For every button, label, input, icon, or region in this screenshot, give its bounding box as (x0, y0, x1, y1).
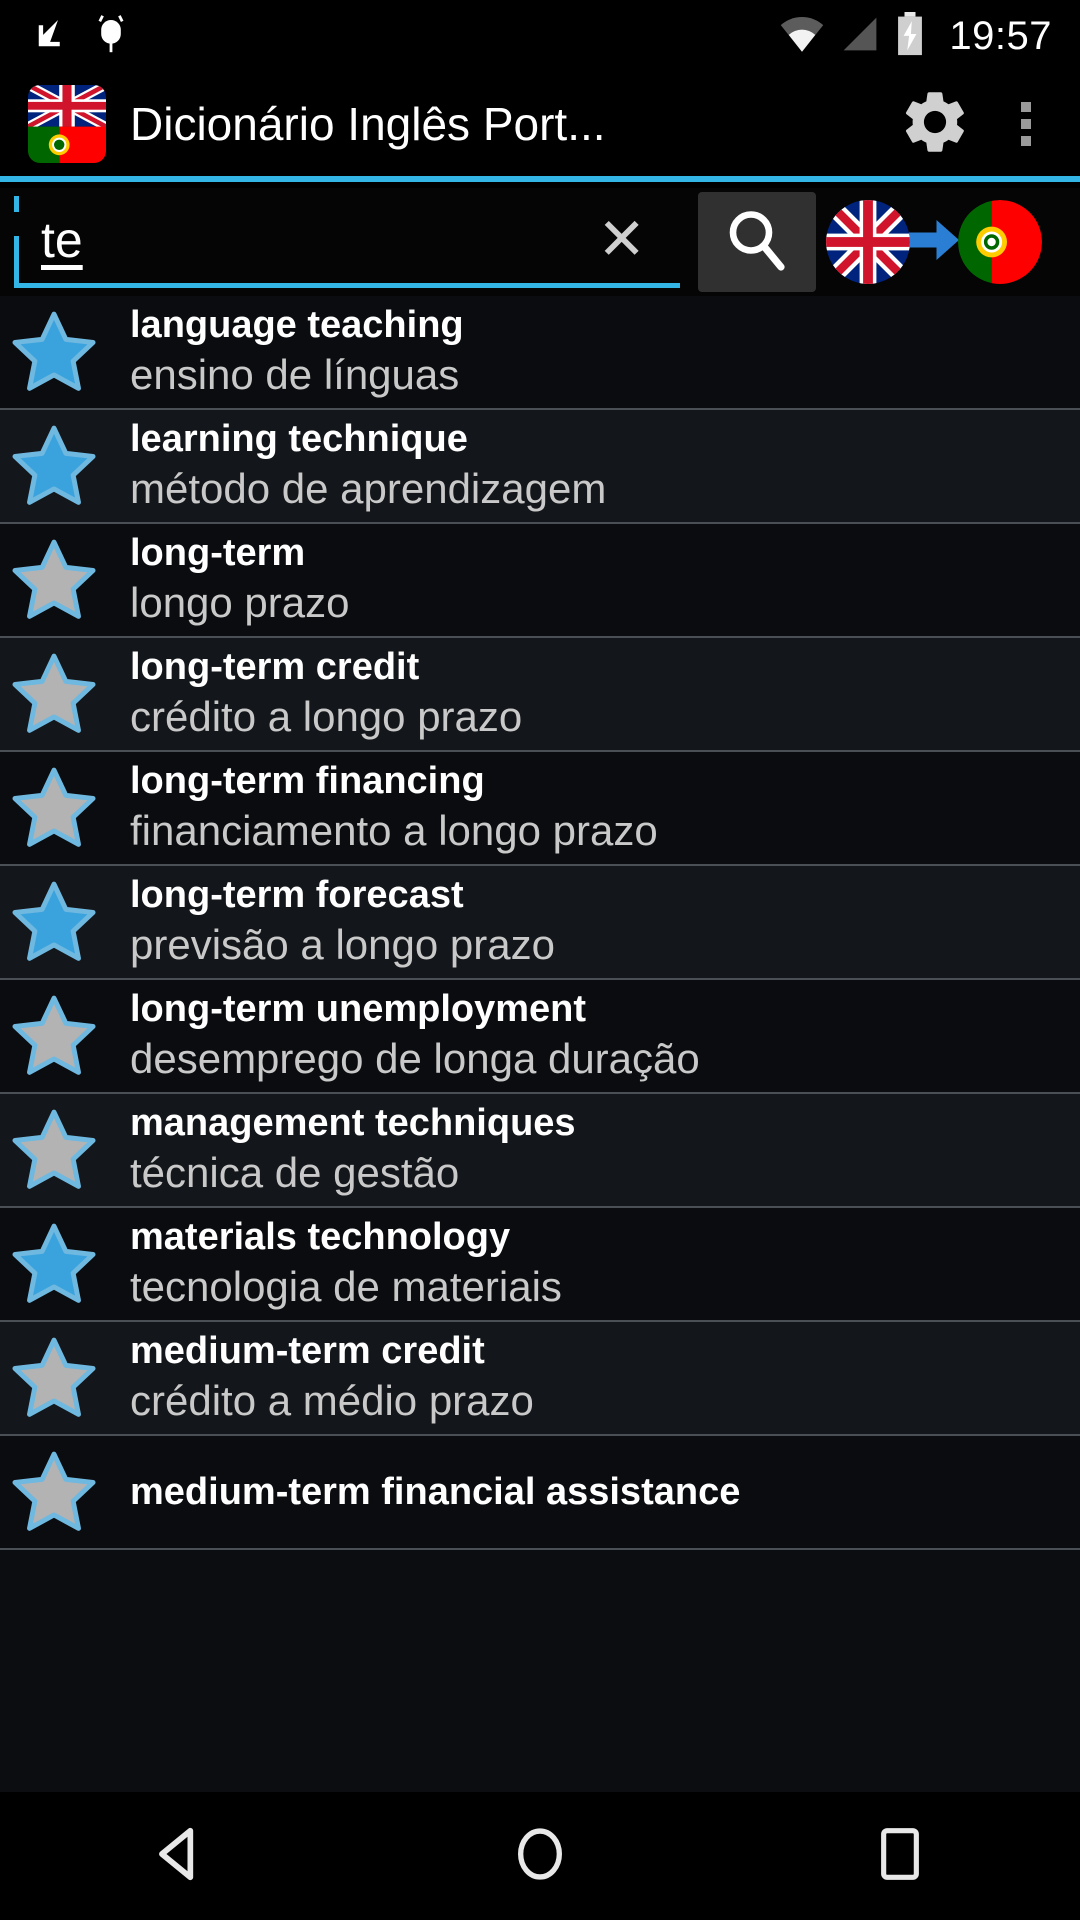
star-icon-inactive[interactable] (0, 1448, 108, 1536)
list-item-texts: materials technology tecnologia de materi… (108, 1214, 562, 1314)
entry-term: long-term forecast (130, 873, 464, 916)
entry-translation: financiamento a longo prazo (130, 807, 658, 855)
entry-term: learning technique (130, 417, 468, 460)
back-triangle-icon (149, 1823, 211, 1890)
system-navigation-bar (0, 1792, 1080, 1920)
entry-translation: previsão a longo prazo (130, 921, 555, 969)
entry-term: long-term unemployment (130, 987, 587, 1030)
back-button[interactable] (90, 1792, 270, 1920)
battery-charging-icon (895, 11, 925, 61)
home-button[interactable] (450, 1792, 630, 1920)
arrow-right-icon (904, 210, 964, 275)
list-item[interactable]: long-term forecast previsão a longo prazo (0, 866, 1080, 980)
page-title: Dicionário Inglês Port... (130, 98, 606, 150)
star-icon-inactive[interactable] (0, 764, 108, 852)
entry-translation: ensino de línguas (130, 351, 460, 399)
star-icon-inactive[interactable] (0, 536, 108, 624)
search-bar: te ✕ (0, 188, 1080, 296)
portugal-flag-icon (958, 200, 1042, 284)
star-icon-active[interactable] (0, 422, 108, 510)
entry-term: long-term credit (130, 645, 420, 688)
entry-translation: crédito a longo prazo (130, 693, 523, 741)
app-screen: 19:57 Dicionário Inglês Port... te ✕ lan… (0, 0, 1080, 1920)
list-item-texts: long-term financing financiamento a longo… (108, 758, 658, 858)
list-item[interactable]: long-term credit crédito a longo prazo (0, 638, 1080, 752)
entry-term: language teaching (130, 303, 464, 346)
entry-translation: crédito a médio prazo (130, 1377, 534, 1425)
overflow-menu-button[interactable] (990, 102, 1080, 146)
search-input-value: te (41, 211, 83, 268)
list-item[interactable]: language teaching ensino de línguas (0, 296, 1080, 410)
uk-flag-icon (826, 200, 910, 284)
star-icon-active[interactable] (0, 308, 108, 396)
entry-translation: tecnologia de materiais (130, 1263, 562, 1311)
star-icon-active[interactable] (0, 1220, 108, 1308)
search-button[interactable] (698, 192, 816, 292)
entry-translation: desemprego de longa duração (130, 1035, 700, 1083)
list-item-texts: medium-term credit crédito a médio prazo (108, 1328, 534, 1428)
overflow-menu-icon (1021, 102, 1031, 112)
search-input[interactable]: te ✕ (14, 196, 680, 288)
list-item[interactable]: medium-term credit crédito a médio prazo (0, 1322, 1080, 1436)
star-icon-inactive[interactable] (0, 1106, 108, 1194)
list-item[interactable]: materials technology tecnologia de materi… (0, 1208, 1080, 1322)
language-direction-toggle[interactable] (826, 200, 1042, 284)
home-circle-icon (511, 1825, 569, 1888)
recents-square-icon (875, 1826, 925, 1887)
action-bar: Dicionário Inglês Port... (0, 72, 1080, 182)
magnifier-icon (721, 204, 793, 281)
list-item-texts: language teaching ensino de línguas (108, 302, 464, 402)
entry-term: long-term financing (130, 759, 485, 802)
list-item-texts: long-term unemployment desemprego de long… (108, 986, 700, 1086)
entry-term: materials technology (130, 1215, 511, 1258)
results-list[interactable]: language teaching ensino de línguas learni… (0, 296, 1080, 1792)
uk-portugal-flag-icon (28, 85, 106, 163)
list-item[interactable]: management techniques técnica de gestão (0, 1094, 1080, 1208)
recents-button[interactable] (810, 1792, 990, 1920)
star-icon-inactive[interactable] (0, 992, 108, 1080)
clear-search-button[interactable]: ✕ (597, 210, 646, 269)
status-bar: 19:57 (0, 0, 1080, 72)
usb-debug-icon (94, 13, 128, 60)
entry-term: medium-term financial assistance (130, 1470, 741, 1513)
list-item-texts: learning technique método de aprendizagem (108, 416, 606, 516)
wifi-icon (779, 14, 825, 59)
list-item-texts: long-term credit crédito a longo prazo (108, 644, 522, 744)
list-item-texts: management techniques técnica de gestão (108, 1100, 576, 1200)
entry-translation: longo prazo (130, 579, 350, 627)
settings-button[interactable] (880, 85, 990, 164)
status-bar-right-icons: 19:57 (779, 11, 1080, 61)
star-icon-active[interactable] (0, 878, 108, 966)
entry-term: medium-term credit (130, 1329, 485, 1372)
list-item[interactable]: long-term longo prazo (0, 524, 1080, 638)
gear-icon (898, 85, 972, 164)
list-item[interactable]: long-term financing financiamento a longo… (0, 752, 1080, 866)
entry-translation: método de aprendizagem (130, 465, 607, 513)
cell-signal-icon (839, 14, 881, 59)
list-item-texts: long-term forecast previsão a longo prazo (108, 872, 555, 972)
list-item[interactable]: long-term unemployment desemprego de long… (0, 980, 1080, 1094)
star-icon-inactive[interactable] (0, 650, 108, 738)
list-item-texts: long-term longo prazo (108, 530, 350, 630)
overflow-menu-icon (1021, 119, 1031, 129)
status-bar-clock: 19:57 (949, 13, 1052, 58)
star-icon-inactive[interactable] (0, 1334, 108, 1422)
download-arrow-icon (30, 13, 72, 60)
overflow-menu-icon (1021, 136, 1031, 146)
entry-translation: técnica de gestão (130, 1149, 460, 1197)
entry-term: management techniques (130, 1101, 576, 1144)
action-bar-buttons (880, 85, 1080, 164)
status-bar-left-icons (0, 13, 128, 60)
list-item[interactable]: medium-term financial assistance (0, 1436, 1080, 1550)
list-item-texts: medium-term financial assistance (108, 1469, 740, 1515)
list-item[interactable]: learning technique método de aprendizagem (0, 410, 1080, 524)
entry-term: long-term (130, 531, 306, 574)
